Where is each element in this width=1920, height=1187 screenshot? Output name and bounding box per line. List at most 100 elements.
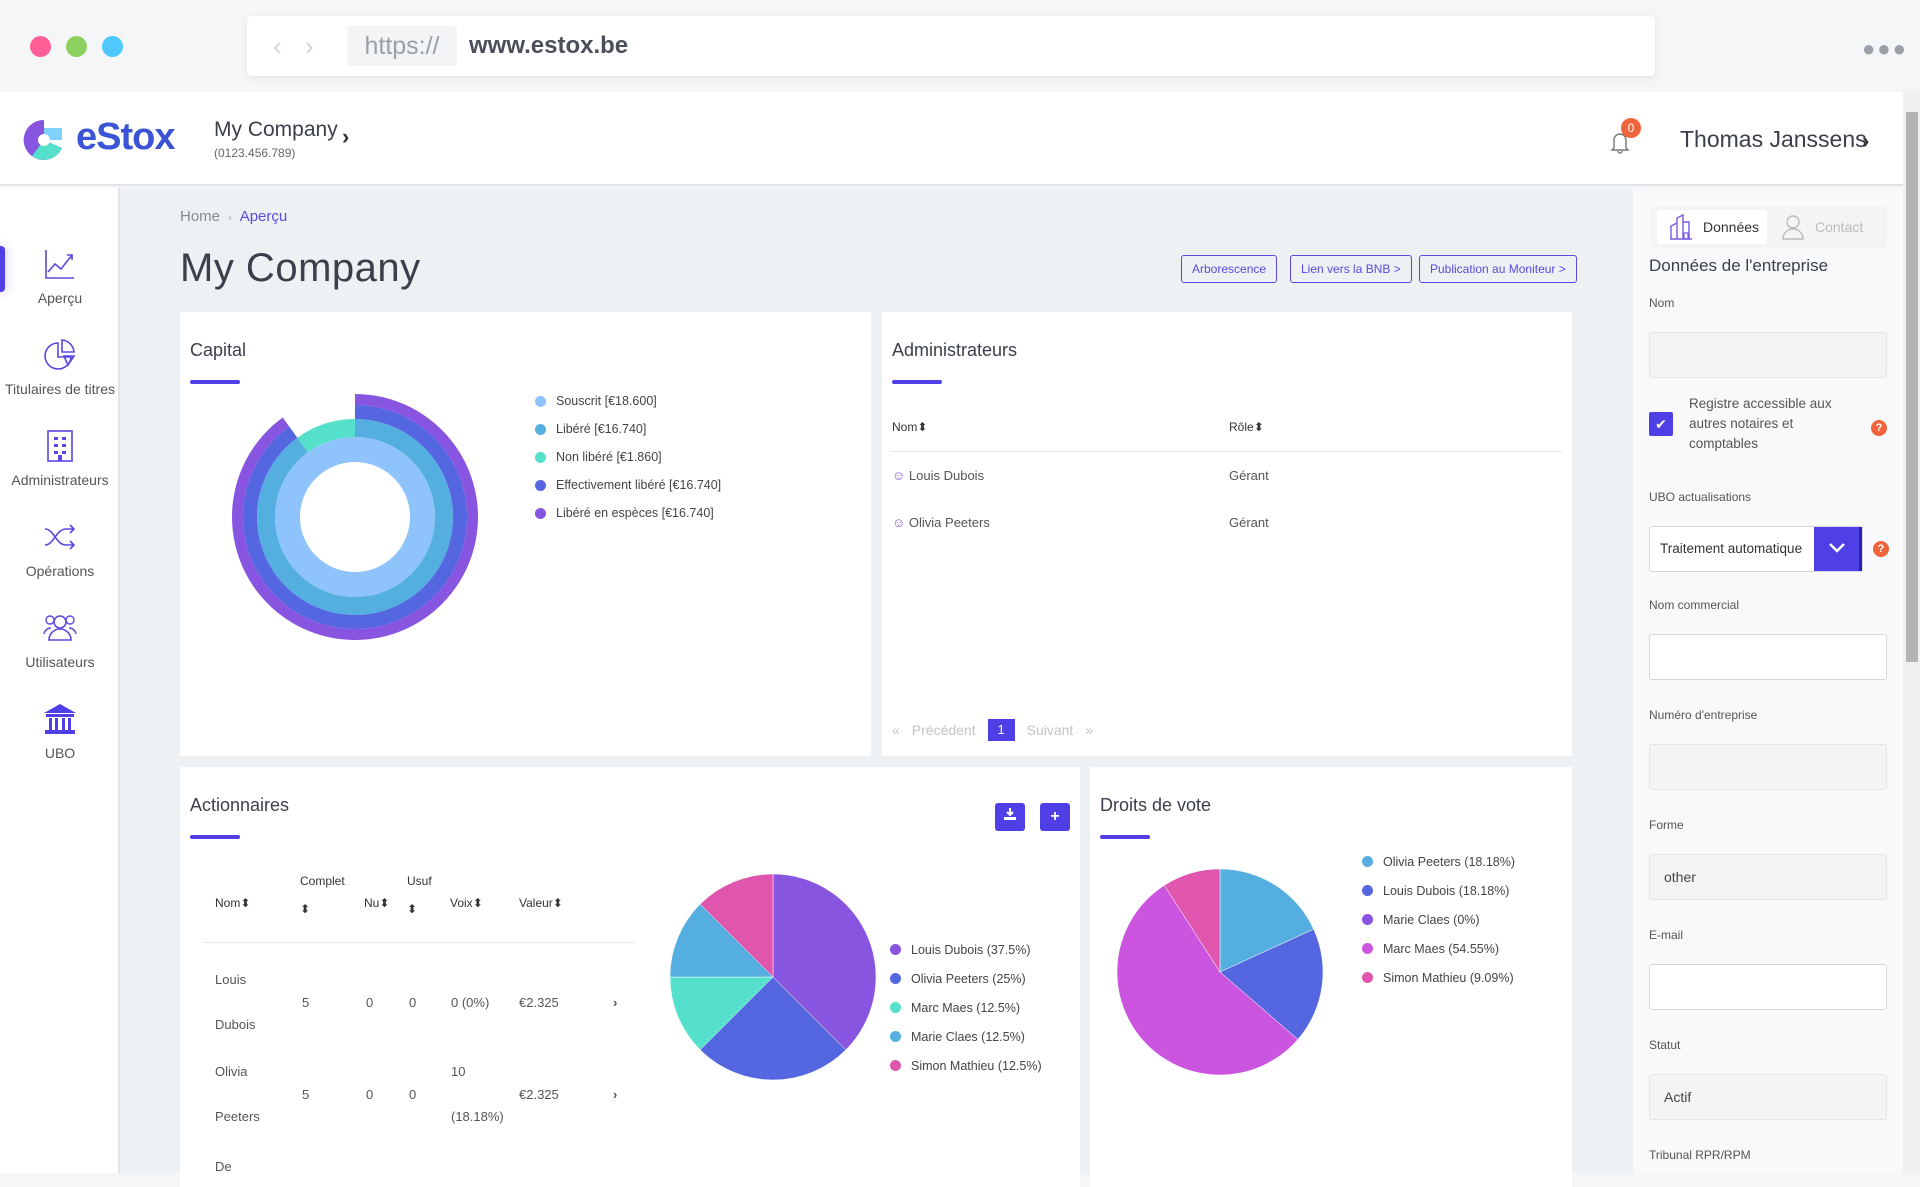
legend-swatch — [890, 1002, 901, 1013]
estox-logo-icon[interactable] — [22, 118, 66, 162]
chevron-right-icon[interactable]: › — [342, 124, 349, 150]
add-shareholder-button[interactable]: + — [1040, 803, 1070, 831]
field-label: Numéro d'entreprise — [1649, 708, 1758, 722]
usuf-cell: 0 — [409, 995, 417, 1010]
previous-page-button[interactable]: Précédent — [912, 722, 976, 738]
forme-input[interactable]: other — [1649, 854, 1887, 900]
legend-label: Louis Dubois (18.18%) — [1383, 883, 1510, 898]
legend-item[interactable]: Non libéré [€1.860] — [535, 443, 721, 471]
chevron-right-icon[interactable]: › — [1862, 128, 1869, 154]
user-icon: ☺ — [892, 515, 906, 530]
sidebar-item-administrateurs[interactable]: Administrateurs — [0, 428, 120, 488]
back-icon[interactable]: ‹ — [273, 31, 282, 62]
valeur-cell: €2.325 — [519, 995, 559, 1010]
legend-item[interactable]: Louis Dubois (37.5%) — [890, 935, 1042, 964]
table-row[interactable]: ☺ Olivia Peeters — [892, 515, 990, 530]
capital-legend: Souscrit [€18.600] Libéré [€16.740] Non li… — [535, 387, 721, 527]
name-first: Olivia — [215, 1064, 248, 1079]
legend-item[interactable]: Olivia Peeters (18.18%) — [1362, 847, 1515, 876]
legend-item[interactable]: Effectivement libéré [€16.740] — [535, 471, 721, 499]
statut-input[interactable]: Actif — [1649, 1074, 1887, 1120]
legend-item[interactable]: Marie Claes (12.5%) — [890, 1022, 1042, 1051]
legend-swatch — [1362, 972, 1373, 983]
ubo-select[interactable]: Traitement automatique — [1649, 526, 1863, 572]
first-page-button[interactable]: « — [892, 722, 900, 738]
download-icon — [1004, 808, 1016, 820]
legend-label: Olivia Peeters (18.18%) — [1383, 854, 1516, 869]
title-underline — [190, 380, 240, 384]
dropdown-button[interactable] — [1814, 527, 1862, 571]
sidebar-item-titulaires[interactable]: Titulaires de titres — [0, 337, 120, 397]
breadcrumb-home[interactable]: Home — [180, 208, 220, 225]
help-icon[interactable]: ? — [1873, 541, 1889, 557]
close-window-button[interactable] — [30, 36, 51, 57]
legend-item[interactable]: Simon Mathieu (9.09%) — [1362, 963, 1515, 992]
legend-item[interactable]: Simon Mathieu (12.5%) — [890, 1051, 1042, 1080]
nom-commercial-input[interactable] — [1649, 634, 1887, 680]
maximize-window-button[interactable] — [102, 36, 123, 57]
brand-name[interactable]: eStox — [76, 116, 175, 159]
minimize-window-button[interactable] — [66, 36, 87, 57]
download-button[interactable] — [995, 803, 1025, 831]
table-row[interactable]: ☺ Louis Dubois — [892, 468, 984, 483]
column-header-nu[interactable]: Nu⬍ — [364, 896, 389, 910]
legend-label: Souscrit [€18.600] — [556, 394, 657, 408]
legend-item[interactable]: Libéré en espèces [€16.740] — [535, 499, 721, 527]
tab-contact[interactable]: Contact — [1779, 210, 1887, 244]
sidebar-item-apercu[interactable]: Aperçu — [0, 246, 120, 306]
column-header-nom[interactable]: Nom⬍ — [215, 896, 250, 910]
page-1-button[interactable]: 1 — [987, 719, 1015, 741]
scrollbar[interactable] — [1903, 92, 1920, 1173]
last-page-button[interactable]: » — [1085, 722, 1093, 738]
chevron-right-icon[interactable]: › — [613, 1087, 617, 1102]
ring-souscrit[interactable] — [274, 437, 435, 597]
email-input[interactable] — [1649, 964, 1887, 1010]
sidebar-item-ubo[interactable]: UBO — [0, 701, 120, 761]
users-icon — [43, 615, 77, 641]
legend-item[interactable]: Marie Claes (0%) — [1362, 905, 1515, 934]
column-header-complet[interactable]: Complet ⬍ — [300, 874, 345, 916]
legend-item[interactable]: Marc Maes (12.5%) — [890, 993, 1042, 1022]
address-bar[interactable]: ‹ › https:// www.estox.be — [247, 16, 1655, 76]
legend-item[interactable]: Souscrit [€18.600] — [535, 387, 721, 415]
bnb-link-button[interactable]: Lien vers la BNB > — [1290, 255, 1412, 283]
tab-donnees[interactable]: Données — [1657, 210, 1767, 244]
arborescence-button[interactable]: Arborescence — [1181, 255, 1278, 283]
administrateurs-card: Administrateurs Nom⬍ Rôle⬍ ☺ Louis Duboi… — [882, 312, 1572, 756]
more-icon[interactable]: ●●● — [1862, 36, 1908, 62]
sidebar-item-utilisateurs[interactable]: Utilisateurs — [0, 610, 120, 670]
actionnaires-pie-chart — [669, 873, 877, 1081]
url-host[interactable]: www.estox.be — [469, 28, 628, 64]
numero-entreprise-input[interactable] — [1649, 744, 1887, 790]
legend-item[interactable]: Louis Dubois (18.18%) — [1362, 876, 1515, 905]
usuf-cell: 0 — [409, 1087, 417, 1102]
sidebar-item-operations[interactable]: Opérations — [0, 519, 120, 579]
column-header-nom[interactable]: Nom⬍ — [892, 420, 927, 434]
column-header-voix[interactable]: Voix⬍ — [450, 896, 483, 910]
breadcrumb-current[interactable]: Aperçu — [240, 208, 288, 225]
column-header-valeur[interactable]: Valeur⬍ — [519, 896, 563, 910]
user-menu[interactable]: Thomas Janssens — [1680, 126, 1867, 153]
sidebar: Aperçu Titulaires de titres Administrate… — [0, 188, 120, 1173]
legend-label: Simon Mathieu (9.09%) — [1383, 970, 1514, 985]
moniteur-button[interactable]: Publication au Moniteur > — [1419, 255, 1577, 283]
legend-item[interactable]: Libéré [€16.740] — [535, 415, 721, 443]
sidebar-item-label: Opérations — [25, 563, 95, 579]
company-switcher[interactable]: My Company — [214, 118, 338, 142]
forward-icon[interactable]: › — [305, 31, 314, 62]
field-label: Nom commercial — [1649, 598, 1740, 612]
capital-radial-chart — [231, 394, 478, 640]
scrollbar-thumb[interactable] — [1906, 112, 1918, 662]
checkbox-label: Registre accessible aux autres notaires … — [1689, 396, 1832, 451]
table-row[interactable]: De — [215, 1159, 232, 1174]
legend-item[interactable]: Marc Maes (54.55%) — [1362, 934, 1515, 963]
column-header-role[interactable]: Rôle⬍ — [1229, 420, 1264, 434]
chevron-right-icon[interactable]: › — [613, 995, 617, 1010]
legend-label: Marie Claes (0%) — [1383, 912, 1480, 927]
column-header-usuf[interactable]: Usuf ⬍ — [407, 874, 432, 916]
next-page-button[interactable]: Suivant — [1027, 722, 1074, 738]
nom-input[interactable] — [1649, 332, 1887, 378]
registre-checkbox[interactable]: ✔ — [1649, 412, 1673, 436]
help-icon[interactable]: ? — [1871, 420, 1887, 436]
legend-item[interactable]: Olivia Peeters (25%) — [890, 964, 1042, 993]
